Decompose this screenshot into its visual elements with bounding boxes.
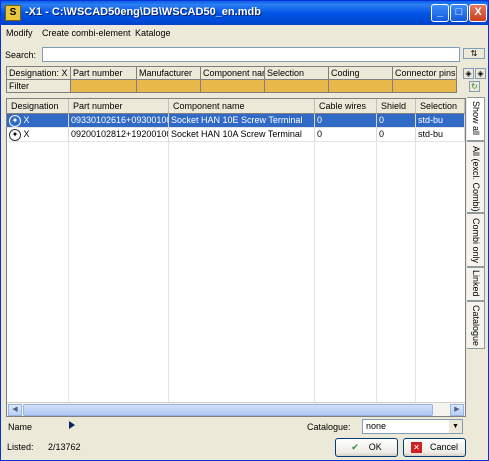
play-icon[interactable] [69,421,75,429]
table-row[interactable]: ✦ X [7,128,69,142]
expand-right-icon[interactable]: ◈ [475,68,486,79]
refresh-icon[interactable]: ↻ [469,81,480,92]
tab-catalogue[interactable]: Catalogue [467,301,485,349]
search-input[interactable] [42,47,460,62]
filter-cell[interactable] [329,80,393,92]
title-bar[interactable]: S -X1 - C:\WSCAD50eng\DB\WSCAD50_en.mdb … [1,1,488,25]
listed-count: 2/13762 [48,442,81,452]
filter-cell[interactable] [201,80,265,92]
grid-line [376,142,377,402]
column-header-part-number[interactable]: Part number [69,99,169,114]
cell-cable-wires[interactable]: 0 [315,128,377,142]
grid-line [168,142,169,402]
listed-label: Listed: [7,442,34,452]
cell-component-name[interactable]: Socket HAN 10E Screw Terminal [169,114,315,128]
scroll-thumb[interactable] [23,404,433,416]
catalogue-label: Catalogue: [307,422,351,432]
filter-cell[interactable] [393,80,456,92]
cell-designation: X [23,115,30,125]
menu-modify[interactable]: Modify [6,28,33,38]
filter-row-label: Filter [7,80,71,92]
filter-cell[interactable] [137,80,201,92]
cell-selection[interactable]: std-bu [416,114,465,128]
filter-header-part-number[interactable]: Part number [71,67,137,80]
sort-icon[interactable]: ⇅ [463,48,485,59]
cancel-button[interactable]: ✕ Cancel [403,438,466,457]
app-icon[interactable]: S [5,5,21,21]
close-button[interactable]: X [469,4,487,22]
name-label: Name [8,422,33,432]
expand-left-icon[interactable]: ◈ [463,68,474,79]
check-icon: ✔ [351,442,359,452]
filter-header-selection[interactable]: Selection [265,67,329,80]
scroll-right-icon[interactable]: ▶ [450,404,464,416]
column-header-designation[interactable]: Designation [7,99,69,114]
column-header-selection[interactable]: Selection [416,99,465,114]
cell-designation: X [23,129,30,139]
menu-create-combi-element[interactable]: Create combi-element [42,28,131,38]
filter-header-designation[interactable]: Designation: X [7,67,71,80]
grid-line [415,142,416,402]
side-tab-strip: Show all All (excl. Combi) Combi only Li… [467,97,485,417]
filter-cell[interactable] [71,80,137,92]
grid-line [68,142,69,402]
minimize-button[interactable]: _ [431,4,449,22]
grid-line [314,142,315,402]
filter-grid: Designation: X Part number Manufacturer … [6,66,457,93]
cell-shield[interactable]: 0 [377,128,416,142]
cell-shield[interactable]: 0 [377,114,416,128]
tab-combi-only[interactable]: Combi only [467,213,485,267]
cell-part-number[interactable]: 09200102812+19200100 [69,128,169,142]
results-grid: Designation Part number Component name C… [6,98,466,417]
cell-part-number[interactable]: 09330102616+09300100 [69,114,169,128]
component-icon: ✦ [9,129,21,141]
filter-cell[interactable] [265,80,329,92]
filter-header-component-name[interactable]: Component nan [201,67,265,80]
menu-kataloge[interactable]: Kataloge [135,28,171,38]
filter-header-connector-pins[interactable]: Connector pins [393,67,456,80]
chevron-down-icon[interactable]: ▼ [449,420,462,433]
filter-header-manufacturer[interactable]: Manufacturer [137,67,201,80]
maximize-button[interactable]: □ [450,4,468,22]
horizontal-scrollbar[interactable]: ◀ ▶ [7,402,465,416]
ok-button[interactable]: ✔ OK [335,438,398,457]
column-header-component-name[interactable]: Component name [169,99,315,114]
cancel-icon: ✕ [410,442,422,454]
menu-bar: Modify Create combi-element Kataloge [2,25,487,42]
cell-cable-wires[interactable]: 0 [315,114,377,128]
dialog-window: S -X1 - C:\WSCAD50eng\DB\WSCAD50_en.mdb … [0,0,489,461]
filter-header-coding[interactable]: Coding [329,67,393,80]
cell-component-name[interactable]: Socket HAN 10A Screw Terminal [169,128,315,142]
search-label: Search: [5,50,37,60]
column-header-shield[interactable]: Shield [377,99,416,114]
cell-selection[interactable]: std-bu [416,128,465,142]
catalogue-value: none [366,421,387,431]
tab-show-all[interactable]: Show all [467,97,485,141]
table-row[interactable]: ✦ X [7,114,69,128]
column-header-cable-wires[interactable]: Cable wires [315,99,377,114]
tab-all-excl-combi[interactable]: All (excl. Combi) [467,141,485,213]
window-title: -X1 - C:\WSCAD50eng\DB\WSCAD50_en.mdb [25,6,261,18]
catalogue-select[interactable]: none ▼ [362,419,463,434]
component-icon: ✦ [9,115,21,127]
tab-linked[interactable]: Linked [467,267,485,301]
scroll-left-icon[interactable]: ◀ [8,404,22,416]
